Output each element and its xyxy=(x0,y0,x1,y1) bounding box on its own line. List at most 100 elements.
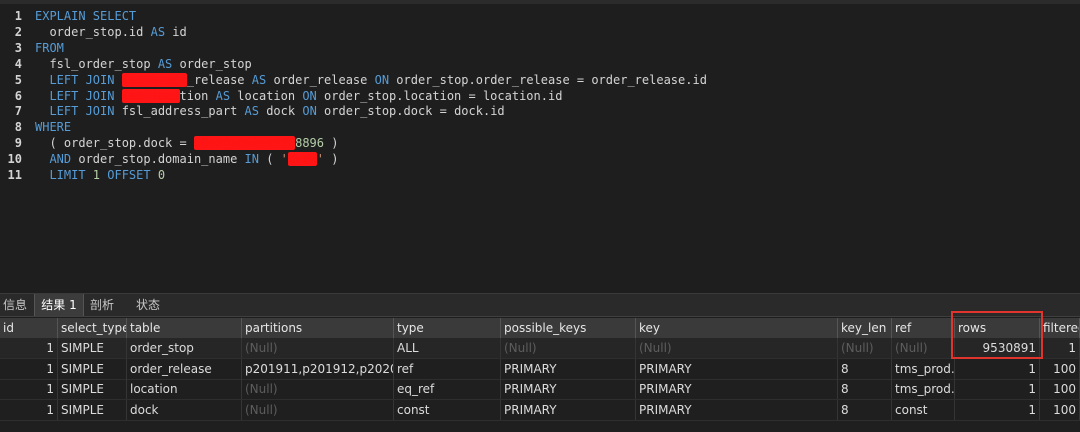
code-token: ) xyxy=(324,136,339,151)
code-token: OFFSET xyxy=(100,168,158,182)
table-row[interactable]: 1 SIMPLE order_release p201911,p201912,p202… xyxy=(0,358,1080,380)
cell-filtered[interactable]: 100 xyxy=(1040,358,1080,379)
cell-id[interactable]: 1 xyxy=(0,358,58,379)
cell-select-type[interactable]: SIMPLE xyxy=(58,399,127,420)
cell-ref[interactable]: const xyxy=(892,399,955,420)
code-token: 1 xyxy=(92,168,101,182)
line-code: ( order_stop.dock = 000000000000008896 ) xyxy=(35,135,338,151)
column-header-possible-keys[interactable]: possible_keys xyxy=(501,318,636,338)
tab-status[interactable]: 状态 xyxy=(130,294,166,316)
code-token: AND xyxy=(35,152,72,167)
cell-type[interactable]: const xyxy=(394,399,501,420)
sql-editor[interactable]: 1 EXPLAIN SELECT 2 order_stop.id AS id 3 FRO… xyxy=(0,0,1080,293)
cell-ref[interactable]: tms_prod.o xyxy=(892,358,955,379)
code-token: order_stop.location = location.id xyxy=(316,88,563,103)
code-token: ' xyxy=(316,152,325,167)
line-number: 3 xyxy=(14,40,22,55)
code-token: order_stop.order_release = order_release… xyxy=(389,72,707,87)
code-token: id xyxy=(165,24,187,39)
code-token: LEFT JOIN xyxy=(35,72,122,87)
cell-partitions[interactable]: p201911,p201912,p2020 xyxy=(242,358,394,379)
code-token: WHERE xyxy=(35,120,72,135)
cell-select-type[interactable]: SIMPLE xyxy=(58,358,127,379)
redacted-text: 00000000000000 xyxy=(193,136,296,151)
result-grid[interactable]: id select_type table partitions type possible… xyxy=(0,318,1080,432)
cell-table[interactable]: order_release xyxy=(127,358,242,379)
code-token: AS xyxy=(251,72,267,87)
cell-possible-keys[interactable]: PRIMARY xyxy=(501,379,636,399)
grid-header: id select_type table partitions type possible… xyxy=(0,318,1080,338)
cell-possible-keys[interactable]: (Null) xyxy=(501,338,636,358)
tab-info[interactable]: 信息 xyxy=(0,294,30,316)
line-number: 10 xyxy=(7,152,22,167)
cell-rows[interactable]: 1 xyxy=(955,358,1040,379)
line-code: LEFT JOIN fsl_address_part AS dock ON or… xyxy=(35,103,505,119)
cell-filtered[interactable]: 100 xyxy=(1040,379,1080,399)
cell-key[interactable]: PRIMARY xyxy=(636,399,838,420)
code-token: LIMIT xyxy=(35,168,93,182)
line-code: fsl_order_stop AS order_stop xyxy=(35,56,251,72)
cell-possible-keys[interactable]: PRIMARY xyxy=(501,399,636,420)
column-header-type[interactable]: type xyxy=(394,318,501,338)
cell-partitions[interactable]: (Null) xyxy=(242,338,394,358)
code-token: ' xyxy=(280,152,288,167)
cell-table[interactable]: order_stop xyxy=(127,338,242,358)
cell-type[interactable]: eq_ref xyxy=(394,379,501,399)
cell-select-type[interactable]: SIMPLE xyxy=(58,379,127,399)
cell-filtered[interactable]: 100 xyxy=(1040,399,1080,420)
cell-key[interactable]: PRIMARY xyxy=(636,358,838,379)
column-header-key[interactable]: key xyxy=(636,318,838,338)
cell-type[interactable]: ALL xyxy=(394,338,501,358)
cell-key-len[interactable]: 8 xyxy=(838,379,892,399)
cell-possible-keys[interactable]: PRIMARY xyxy=(501,358,636,379)
column-header-table[interactable]: table xyxy=(127,318,242,338)
table-row[interactable]: 1 SIMPLE location (Null) eq_ref PRIMARY PRIMAR… xyxy=(0,379,1080,400)
code-token: order_stop.dock = dock.id xyxy=(316,104,505,119)
line-code: WHERE xyxy=(35,119,71,135)
table-row[interactable]: 1 SIMPLE dock (Null) const PRIMARY PRIMARY 8 con… xyxy=(0,399,1080,421)
cell-key-len[interactable]: 8 xyxy=(838,399,892,420)
table-row[interactable]: 1 SIMPLE order_stop (Null) ALL (Null) (Null) (N… xyxy=(0,338,1080,359)
code-token: _release xyxy=(186,72,252,87)
cell-id[interactable]: 1 xyxy=(0,338,58,358)
cell-key-len[interactable]: (Null) xyxy=(838,338,892,358)
code-token: ON xyxy=(302,104,317,119)
cell-table[interactable]: location xyxy=(127,379,242,399)
line-number: 1 xyxy=(14,9,22,23)
cell-key-len[interactable]: 8 xyxy=(838,358,892,379)
line-code: AND order_stop.domain_name IN ( 'xxxx' ) xyxy=(35,151,338,167)
rows-highlight-box xyxy=(951,311,1043,359)
editor-top-border xyxy=(0,0,1080,4)
cell-key[interactable]: (Null) xyxy=(636,338,838,358)
column-header-select-type[interactable]: select_type xyxy=(58,318,127,338)
cell-id[interactable]: 1 xyxy=(0,399,58,420)
code-token: dock xyxy=(258,104,303,119)
cell-id[interactable]: 1 xyxy=(0,379,58,399)
cell-partitions[interactable]: (Null) xyxy=(242,399,394,420)
column-header-ref[interactable]: ref xyxy=(892,318,955,338)
redacted-text: xxxx xyxy=(287,152,317,167)
cell-ref[interactable]: (Null) xyxy=(892,338,955,358)
line-code: EXPLAIN SELECT xyxy=(35,8,136,24)
cell-key[interactable]: PRIMARY xyxy=(636,379,838,399)
line-number: 7 xyxy=(14,104,22,119)
tab-result-1[interactable]: 结果 1 xyxy=(34,294,84,316)
cell-filtered[interactable]: 1 xyxy=(1040,338,1080,358)
cell-rows[interactable]: 1 xyxy=(955,379,1040,399)
tab-profile[interactable]: 剖析 xyxy=(84,294,120,316)
cell-select-type[interactable]: SIMPLE xyxy=(58,338,127,358)
code-token: AS xyxy=(244,104,259,119)
cell-type[interactable]: ref xyxy=(394,358,501,379)
column-header-filtered[interactable]: filtered xyxy=(1040,318,1080,338)
cell-partitions[interactable]: (Null) xyxy=(242,379,394,399)
cell-rows[interactable]: 1 xyxy=(955,399,1040,420)
column-header-key-len[interactable]: key_len xyxy=(838,318,892,338)
line-number: 11 xyxy=(7,168,22,182)
cell-ref[interactable]: tms_prod.o xyxy=(892,379,955,399)
cell-table[interactable]: dock xyxy=(127,399,242,420)
code-token: LEFT JOIN xyxy=(35,104,122,119)
column-header-partitions[interactable]: partitions xyxy=(242,318,394,338)
column-header-id[interactable]: id xyxy=(0,318,58,338)
line-code: FROM xyxy=(35,40,64,56)
code-token: AS xyxy=(150,24,166,39)
